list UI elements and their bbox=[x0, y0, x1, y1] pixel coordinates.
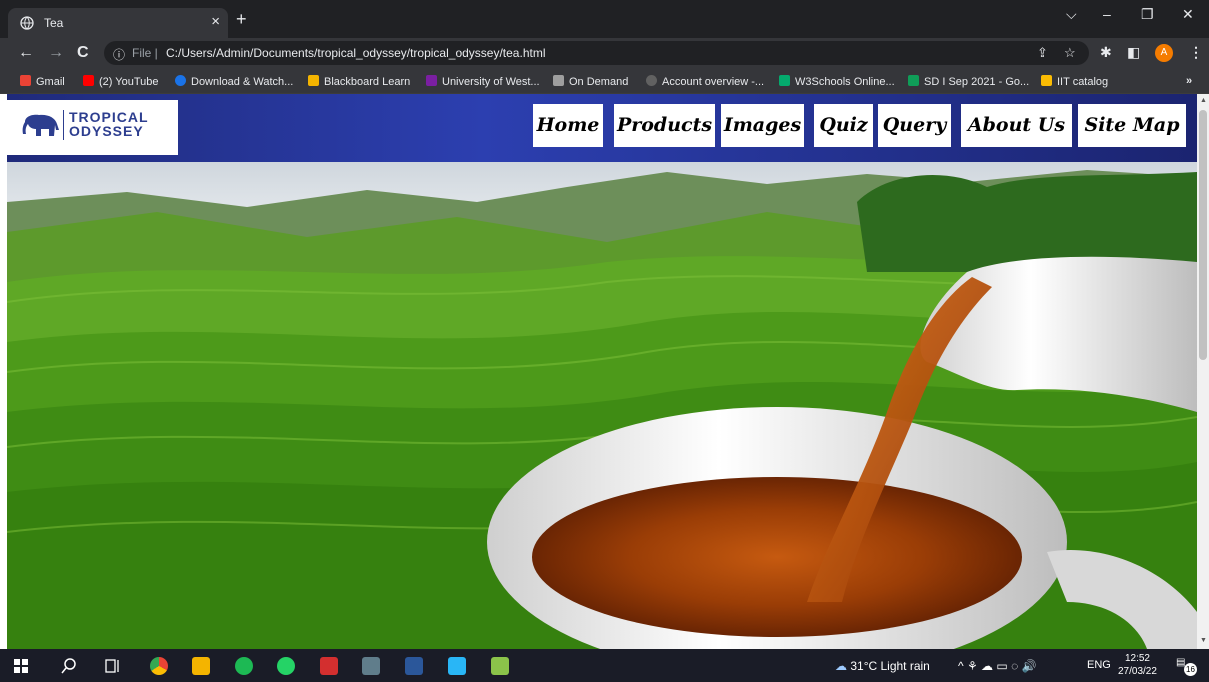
tab-close-icon[interactable]: × bbox=[211, 13, 220, 30]
on-demand-icon bbox=[553, 75, 564, 86]
w3schools-icon bbox=[779, 75, 790, 86]
scroll-down-arrow-icon[interactable]: ▼ bbox=[1200, 637, 1207, 644]
store-icon[interactable] bbox=[362, 657, 380, 675]
bookmark-youtube[interactable]: (2) YouTube bbox=[83, 75, 159, 88]
nav-about-us[interactable]: About Us bbox=[961, 104, 1072, 147]
browser-tab[interactable]: Tea × bbox=[8, 8, 228, 38]
word-icon[interactable] bbox=[405, 657, 423, 675]
bookmarks-overflow-button[interactable]: » bbox=[1186, 75, 1192, 87]
site-logo[interactable]: TROPICAL ODYSSEY bbox=[7, 100, 178, 155]
windows-taskbar: ☁ 31°C Light rain ^ ⚘ ☁ ▭ ◌ 🔊 ENG 12:52 … bbox=[0, 649, 1209, 682]
nav-quiz[interactable]: Quiz bbox=[814, 104, 873, 147]
search-icon[interactable] bbox=[60, 657, 78, 675]
university-icon bbox=[426, 75, 437, 86]
scrollbar-thumb[interactable] bbox=[1199, 110, 1207, 360]
restore-button[interactable]: ❐ bbox=[1141, 6, 1154, 23]
file-explorer-icon[interactable] bbox=[192, 657, 210, 675]
site-header: TROPICAL ODYSSEY Home Products Images Qu… bbox=[7, 94, 1197, 162]
drive-icon bbox=[908, 75, 919, 86]
bookmark-w3schools[interactable]: W3Schools Online... bbox=[779, 75, 895, 88]
task-view-icon[interactable] bbox=[104, 657, 122, 675]
system-tray-icons[interactable]: ^ ⚘ ☁ ▭ ◌ 🔊 bbox=[958, 659, 1036, 673]
taskbar-clock[interactable]: 12:52 27/03/22 bbox=[1118, 652, 1157, 678]
bookmark-account-overview[interactable]: Account overview -... bbox=[646, 75, 764, 88]
play-icon bbox=[175, 75, 186, 86]
account-icon bbox=[646, 75, 657, 86]
notification-center-icon[interactable]: ▤ 16 bbox=[1176, 657, 1198, 676]
logo-text: TROPICAL ODYSSEY bbox=[69, 109, 149, 139]
bookmarks-bar: Gmail (2) YouTube Download & Watch... Bl… bbox=[0, 68, 1209, 94]
browser-tab-strip: Tea × + ⌵ – ❐ ✕ bbox=[0, 0, 1209, 38]
notification-count-badge: 16 bbox=[1184, 663, 1197, 676]
new-tab-button[interactable]: + bbox=[236, 9, 247, 30]
catalog-icon bbox=[1041, 75, 1052, 86]
bookmark-sd-sep[interactable]: SD I Sep 2021 - Go... bbox=[908, 75, 1029, 88]
forward-button[interactable]: → bbox=[48, 43, 64, 63]
site-info-icon[interactable]: ⓘ bbox=[113, 46, 125, 63]
youtube-icon bbox=[83, 75, 94, 86]
chrome-taskbar-icon[interactable] bbox=[150, 657, 168, 675]
tab-title: Tea bbox=[44, 16, 64, 30]
paint-icon[interactable] bbox=[491, 657, 509, 675]
weather-widget[interactable]: ☁ 31°C Light rain bbox=[835, 659, 930, 673]
bookmark-university[interactable]: University of West... bbox=[426, 75, 540, 88]
profile-avatar[interactable]: A bbox=[1155, 44, 1173, 62]
cloud-rain-icon: ☁ bbox=[835, 659, 847, 673]
side-panel-icon[interactable]: ◧ bbox=[1127, 44, 1140, 61]
nav-images[interactable]: Images bbox=[721, 104, 804, 147]
page-viewport: TROPICAL ODYSSEY Home Products Images Qu… bbox=[0, 94, 1197, 649]
scroll-up-arrow-icon[interactable]: ▲ bbox=[1200, 97, 1207, 104]
logo-divider bbox=[63, 110, 64, 140]
bookmark-star-icon[interactable]: ☆ bbox=[1064, 45, 1076, 61]
whatsapp-icon[interactable] bbox=[277, 657, 295, 675]
bookmark-gmail[interactable]: Gmail bbox=[20, 75, 65, 88]
bookmark-iit-catalog[interactable]: IIT catalog bbox=[1041, 75, 1108, 88]
page-scrollbar[interactable]: ▲ ▼ bbox=[1197, 94, 1209, 649]
nav-query[interactable]: Query bbox=[878, 104, 951, 147]
spotify-icon[interactable] bbox=[235, 657, 253, 675]
bookmark-on-demand[interactable]: On Demand bbox=[553, 75, 628, 88]
photos-icon[interactable] bbox=[448, 657, 466, 675]
hero-image-tea-plantation bbox=[7, 162, 1197, 649]
address-scheme-label: File | bbox=[132, 46, 158, 60]
close-window-button[interactable]: ✕ bbox=[1182, 6, 1194, 23]
nav-site-map[interactable]: Site Map bbox=[1078, 104, 1186, 147]
minimize-button[interactable]: – bbox=[1103, 6, 1111, 22]
language-indicator[interactable]: ENG bbox=[1087, 659, 1111, 671]
tab-search-icon[interactable]: ⌵ bbox=[1066, 6, 1077, 23]
browser-toolbar: ← → C ⓘ File | C:/Users/Admin/Documents/… bbox=[0, 38, 1209, 68]
bookmark-blackboard[interactable]: Blackboard Learn bbox=[308, 75, 410, 88]
blackboard-icon bbox=[308, 75, 319, 86]
extensions-icon[interactable]: ✱ bbox=[1100, 44, 1112, 61]
gmail-icon bbox=[20, 75, 31, 86]
address-bar[interactable]: ⓘ File | C:/Users/Admin/Documents/tropic… bbox=[104, 41, 1089, 65]
browser-menu-icon[interactable]: ⋮ bbox=[1189, 44, 1203, 61]
windows-start-icon[interactable] bbox=[12, 657, 30, 675]
bookmark-download-watch[interactable]: Download & Watch... bbox=[175, 75, 293, 88]
nav-home[interactable]: Home bbox=[533, 104, 603, 147]
elephant-icon bbox=[22, 114, 59, 136]
globe-icon bbox=[20, 16, 34, 30]
share-icon[interactable]: ⇪ bbox=[1037, 45, 1048, 61]
back-button[interactable]: ← bbox=[18, 43, 34, 63]
address-url[interactable]: C:/Users/Admin/Documents/tropical_odysse… bbox=[166, 46, 546, 60]
nav-products[interactable]: Products bbox=[614, 104, 715, 147]
reload-button[interactable]: C bbox=[77, 43, 89, 63]
acrobat-icon[interactable] bbox=[320, 657, 338, 675]
